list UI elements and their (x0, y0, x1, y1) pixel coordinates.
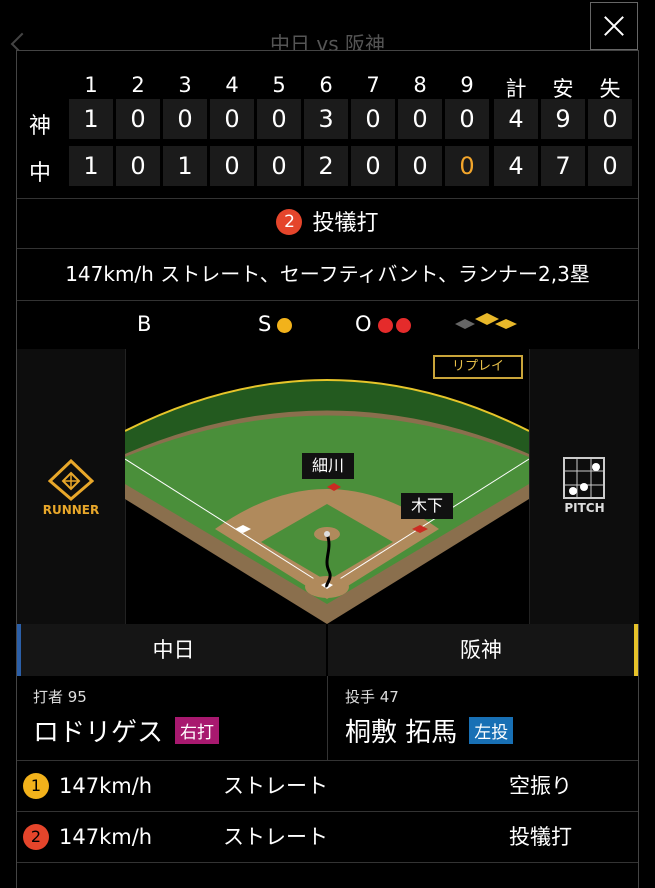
pitch-speed: 147km/h (59, 774, 153, 798)
count-indicator: B S O (17, 301, 638, 349)
inning-score: 1 (69, 146, 113, 186)
pitcher-hand-badge: 左投 (469, 717, 514, 744)
batter-name-row: ロドリゲス 右打 (33, 712, 220, 749)
out-dot-icon (395, 317, 411, 333)
inning-score: 0 (163, 99, 207, 139)
total-errors: 0 (588, 99, 632, 139)
pitch-list-item: 2 147km/h ストレート 投犠打 (17, 812, 638, 862)
base-runners-icon (455, 313, 517, 329)
batter-hand-badge: 右打 (175, 717, 220, 744)
pitch-number-badge: 2 (23, 824, 49, 850)
pitch-result: 空振り (509, 774, 572, 798)
inning-header: 5 (272, 73, 286, 97)
inning-header: 7 (366, 73, 380, 97)
inning-score: 0 (116, 146, 160, 186)
pitch-list-item: 1 147km/h ストレート 空振り (17, 761, 638, 811)
pitcher-role: 投手 47 (345, 688, 399, 706)
inning-header: 9 (460, 73, 474, 97)
pitch-result: 投犠打 (509, 825, 572, 849)
inning-score: 0 (398, 99, 442, 139)
tab-chunichi[interactable]: 中日 (17, 624, 326, 676)
total-runs: 4 (494, 99, 538, 139)
team-tabs: 中日 阪神 (17, 624, 638, 676)
fielder-label-1b: 細川 (302, 453, 354, 479)
pitch-type: ストレート (223, 825, 328, 849)
batter-name: ロドリゲス (33, 718, 164, 748)
close-button[interactable] (590, 2, 638, 50)
team-label-hanshin: 神 (28, 114, 51, 139)
divider (17, 862, 638, 863)
inning-score: 0 (210, 99, 254, 139)
inning-score: 1 (163, 146, 207, 186)
play-description: 147km/h ストレート、セーフティバント、ランナー2,3塁 (65, 262, 590, 286)
game-detail-panel: 1 2 3 4 5 6 7 8 9 計 安 失 神 1 0 0 0 0 3 0 … (16, 50, 639, 888)
inning-score: 0 (257, 146, 301, 186)
strike-label: S (258, 312, 272, 336)
ball-label: B (137, 312, 152, 336)
field-view: RUNNER 細川 木下 リプレイ PITCH (17, 349, 639, 624)
pitcher-info: 投手 47 桐敷 拓馬 左投 (328, 676, 638, 760)
out-label: O (355, 312, 372, 336)
inning-header: 1 (84, 73, 98, 97)
inning-score: 0 (351, 146, 395, 186)
pitch-speed: 147km/h (59, 825, 153, 849)
inning-score: 0 (257, 99, 301, 139)
pitch-number-badge: 1 (23, 773, 49, 799)
inning-header: 8 (413, 73, 427, 97)
batter-role: 打者 95 (33, 688, 87, 706)
pitch-view-button[interactable]: PITCH (529, 349, 639, 624)
pitch-type: ストレート (223, 774, 328, 798)
strike-dot-icon (277, 317, 293, 333)
inning-score: 3 (304, 99, 348, 139)
runner-view-button[interactable]: RUNNER (17, 349, 126, 624)
inning-score: 0 (210, 146, 254, 186)
total-hits: 7 (541, 146, 585, 186)
pitcher-name-row: 桐敷 拓馬 左投 (345, 712, 514, 749)
replay-button[interactable]: リプレイ (433, 355, 523, 379)
runner-label: RUNNER (42, 503, 100, 517)
out-count: O (355, 312, 411, 336)
total-hits: 9 (541, 99, 585, 139)
inning-score: 2 (304, 146, 348, 186)
inning-score: 1 (69, 99, 113, 139)
play-result: 2 投犠打 (17, 199, 638, 249)
runner-diamond-icon (48, 459, 94, 501)
baseball-field-diagram (125, 379, 529, 624)
inning-score: 0 (351, 99, 395, 139)
pitcher-name: 桐敷 拓馬 (345, 718, 458, 748)
inning-header: 2 (131, 73, 145, 97)
inning-score: 0 (445, 99, 489, 139)
total-errors: 0 (588, 146, 632, 186)
pitch-label: PITCH (564, 501, 605, 515)
total-runs: 4 (494, 146, 538, 186)
team-label-chunichi: 中 (28, 161, 51, 186)
strike-count: S (258, 312, 293, 336)
pitch-grid-icon (563, 457, 605, 499)
batter-info: 打者 95 ロドリゲス 右打 (17, 676, 326, 760)
inning-header: 3 (178, 73, 192, 97)
inning-score: 0 (398, 146, 442, 186)
tab-hanshin[interactable]: 阪神 (328, 624, 638, 676)
inning-header: 6 (319, 73, 333, 97)
fielder-label-2b: 木下 (401, 493, 453, 519)
play-result-text: 投犠打 (312, 211, 379, 236)
out-dot-icon (377, 317, 393, 333)
inning-score-current: 0 (445, 146, 489, 186)
inning-score: 0 (116, 99, 160, 139)
inning-header: 4 (225, 73, 239, 97)
play-number-badge: 2 (276, 209, 303, 235)
